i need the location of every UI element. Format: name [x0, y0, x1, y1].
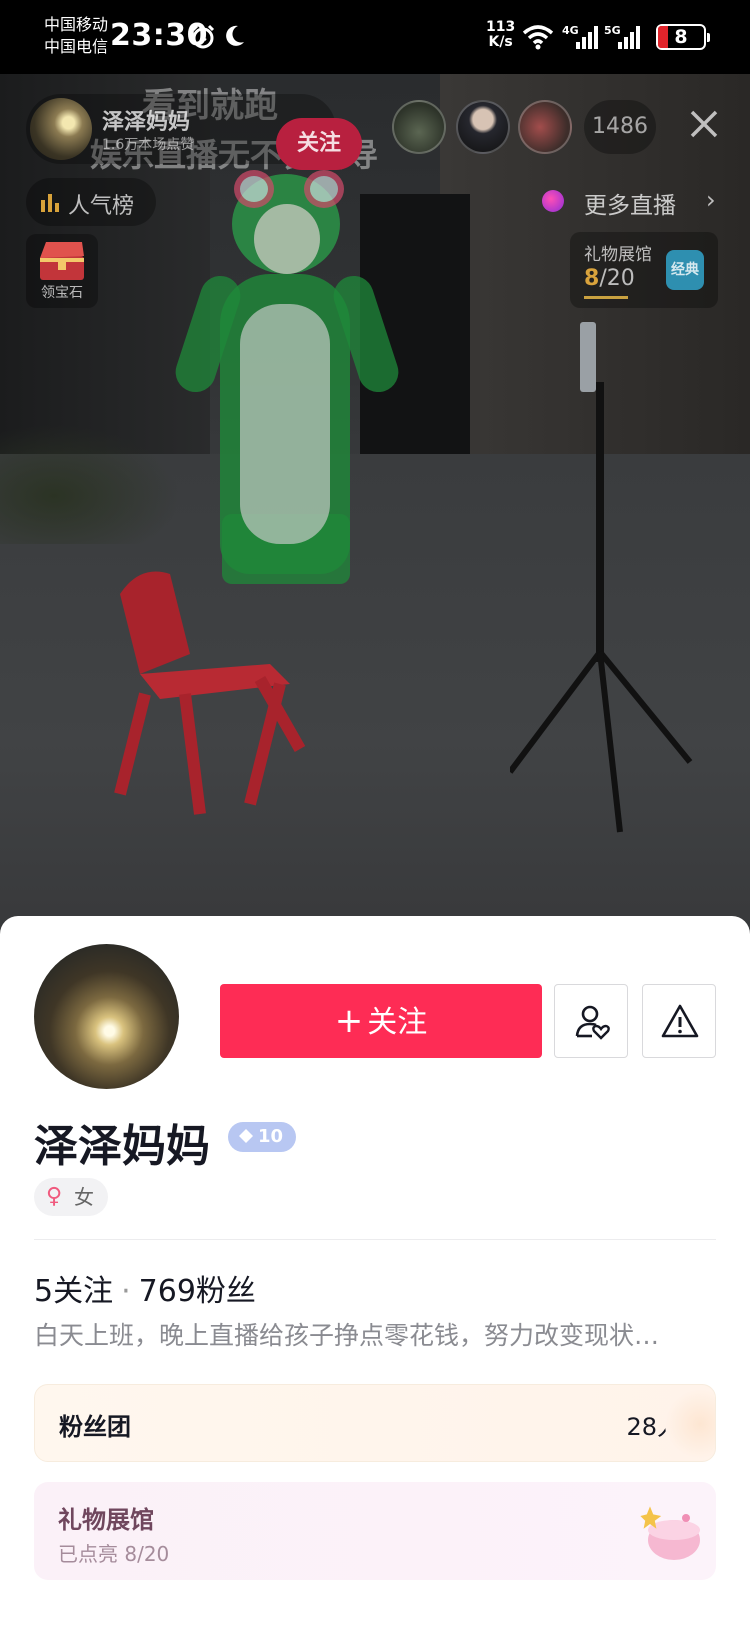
fans-count[interactable]: 769 — [139, 1274, 196, 1309]
gender-label: 女 — [74, 1185, 94, 1209]
more-live-icon — [542, 190, 564, 212]
stats-separator: · — [121, 1274, 131, 1309]
gift-hall-progress-bar — [584, 296, 628, 299]
fan-club-row[interactable]: 粉丝团 28人 — [34, 1384, 716, 1462]
profile-bio: 白天上班，晚上直播给孩子挣点零花钱，努力改变现状… — [34, 1321, 660, 1350]
signal-4g-label: 4G — [562, 24, 579, 37]
viewer-count[interactable]: 1486 — [584, 100, 656, 154]
viewer-avatar[interactable] — [456, 100, 510, 154]
gift-hall-widget[interactable]: 礼物展馆 8/20 经典 — [570, 232, 718, 308]
level-badge: 10 — [228, 1122, 296, 1152]
performer-face — [254, 204, 320, 274]
signal-4g-icon: 4G — [562, 24, 598, 49]
gift-hall-lit-count: 8 — [584, 266, 600, 291]
gift-hall-progress: 8/20 — [584, 266, 635, 291]
signal-5g-label: 5G — [604, 24, 621, 37]
chevron-right-icon: › — [706, 186, 716, 214]
wifi-icon — [522, 25, 554, 50]
battery-level: 8 — [674, 26, 688, 48]
report-button[interactable] — [642, 984, 716, 1058]
collect-gems-label: 领宝石 — [41, 285, 83, 301]
classic-badge: 经典 — [666, 250, 704, 290]
phone-tripod — [510, 322, 693, 833]
viewer-avatar[interactable] — [392, 100, 446, 154]
live-stream-video[interactable]: 看到就跑 娱乐直播无不良引导 泽泽妈妈 1.6万本场点赞 关注 1486 人气榜… — [0, 74, 750, 934]
alarm-icon — [191, 24, 215, 49]
warning-icon — [661, 1004, 699, 1038]
moon-icon — [226, 25, 244, 46]
carrier-labels: 中国移动 中国电信 — [44, 14, 108, 58]
gift-gallery-title: 礼物展馆 — [58, 1506, 154, 1534]
collect-gems-button[interactable]: 领宝石 — [26, 234, 98, 308]
signal-5g-icon: 5G — [604, 24, 640, 49]
fans-label[interactable]: 粉丝 — [196, 1274, 256, 1309]
more-live-button[interactable]: 更多直播 › — [538, 176, 734, 226]
battery-icon: 8 — [656, 24, 710, 50]
gift-gallery-subtitle: 已点亮 8/20 — [58, 1542, 170, 1566]
follow-button-label: 关注 — [367, 1005, 428, 1040]
network-speed: 113 K/s — [486, 20, 515, 50]
viewer-avatar[interactable] — [518, 100, 572, 154]
plus-icon: + — [334, 1001, 364, 1041]
host-info[interactable]: 泽泽妈妈 1.6万本场点赞 关注 — [26, 94, 362, 170]
rank-bars-icon — [41, 194, 59, 212]
profile-avatar[interactable] — [34, 944, 179, 1089]
live-follow-button[interactable]: 关注 — [276, 118, 362, 170]
gender-tag: ♀ 女 — [34, 1178, 108, 1216]
female-icon: ♀ — [46, 1184, 63, 1209]
host-avatar[interactable] — [30, 98, 92, 160]
fan-club-heart-button[interactable] — [554, 984, 628, 1058]
carrier-1: 中国移动 — [44, 15, 109, 34]
fan-club-title: 粉丝团 — [59, 1413, 131, 1441]
close-icon[interactable] — [684, 104, 724, 144]
status-bar: 中国移动 中国电信 23:30 113 K/s 4G 5G 8 — [0, 0, 750, 74]
fan-club-decoration-icon — [665, 1389, 715, 1459]
gift-gallery-row[interactable]: 礼物展馆 已点亮 8/20 — [34, 1482, 716, 1580]
profile-card-sheet: + 关注 泽泽妈妈 10 ♀ 女 5关注 · 769粉丝 白天上班，晚上直播给孩子挣点… — [0, 916, 750, 1625]
performer-belly — [240, 304, 330, 544]
diamond-icon — [239, 1129, 253, 1143]
profile-name: 泽泽妈妈 — [34, 1121, 210, 1172]
treasure-chest-icon — [40, 242, 84, 280]
follow-button[interactable]: + 关注 — [220, 984, 542, 1058]
red-chair — [114, 571, 306, 815]
gift-hall-title: 礼物展馆 — [584, 245, 652, 265]
popularity-rank-button[interactable]: 人气榜 — [26, 178, 156, 226]
following-label[interactable]: 关注 — [53, 1274, 113, 1309]
network-speed-value: 113 — [486, 19, 516, 35]
user-heart-icon — [575, 1005, 610, 1040]
gift-bowl-icon — [640, 1506, 700, 1560]
level-value: 10 — [258, 1126, 284, 1147]
rank-label: 人气榜 — [68, 194, 135, 219]
divider — [34, 1239, 716, 1240]
host-name: 泽泽妈妈 — [102, 110, 191, 135]
host-likes: 1.6万本场点赞 — [102, 137, 195, 153]
following-count[interactable]: 5 — [34, 1274, 53, 1309]
gift-hall-total-count: /20 — [599, 266, 635, 291]
more-live-label: 更多直播 — [584, 193, 676, 219]
carrier-2: 中国电信 — [44, 37, 109, 56]
network-speed-unit: K/s — [488, 34, 513, 50]
scene-grass — [0, 424, 180, 544]
profile-stats: 5关注 · 769粉丝 — [34, 1266, 256, 1310]
